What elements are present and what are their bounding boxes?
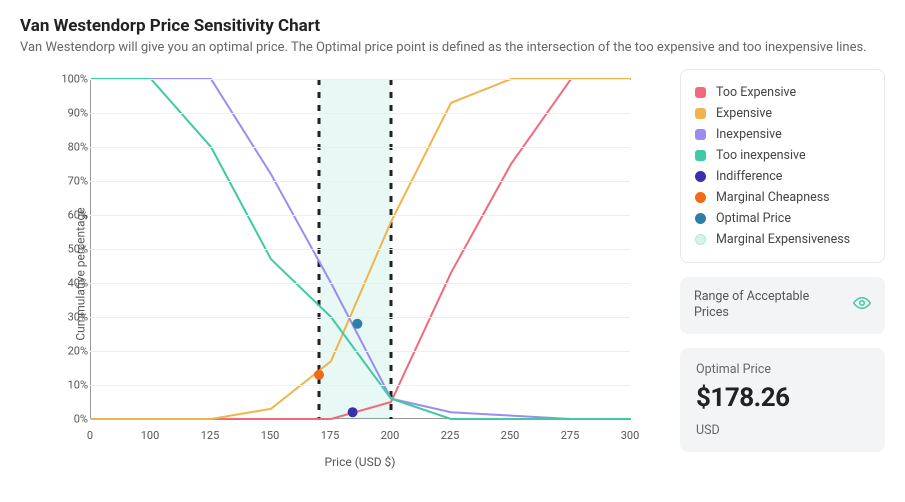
x-tick: 275 [561,429,580,442]
y-tick: 40% [60,277,88,290]
y-tick: 0% [60,413,88,426]
y-tick: 60% [60,209,88,222]
x-tick: 250 [501,429,520,442]
legend-item-inexpensive[interactable]: Inexpensive [695,124,870,145]
legend-item-too-inexpensive[interactable]: Too inexpensive [695,145,870,166]
range-label: Range of Acceptable Prices [694,289,824,322]
eye-icon [853,294,871,316]
swatch-indifference [695,171,706,182]
x-tick: 225 [441,429,460,442]
legend-label: Marginal Cheapness [716,190,830,205]
legend-item-marginal-cheapness[interactable]: Marginal Cheapness [695,187,870,208]
swatch-marginal-expensiveness [695,234,706,245]
legend-label: Too Expensive [716,85,796,100]
legend: Too Expensive Expensive Inexpensive Too … [680,69,885,263]
legend-label: Indifference [716,169,782,184]
x-tick: 0 [87,429,93,442]
swatch-marginal-cheapness [695,192,706,203]
optimal-price-card: Optimal Price $178.26 USD [680,348,885,452]
legend-item-marginal-expensiveness[interactable]: Marginal Expensiveness [695,229,870,250]
y-tick: 20% [60,345,88,358]
gridline [90,351,630,352]
gridline [90,181,630,182]
legend-label: Marginal Expensiveness [716,232,850,247]
chart-title: Van Westendorp Price Sensitivity Chart [20,16,885,36]
y-tick: 100% [60,73,88,86]
chart-area: Cummulative percentage Price (USD $) 0%1… [20,69,660,479]
gridline [90,113,630,114]
gridline [90,249,630,250]
x-tick: 175 [321,429,340,442]
x-axis-label: Price (USD $) [90,455,630,469]
gridline [90,283,630,284]
gridline [90,215,630,216]
optimal-price-currency: USD [696,423,869,438]
y-tick: 90% [60,107,88,120]
legend-label: Optimal Price [716,211,791,226]
gridline [90,147,630,148]
y-tick: 10% [60,379,88,392]
legend-item-too-expensive[interactable]: Too Expensive [695,82,870,103]
gridline [90,79,630,80]
legend-label: Inexpensive [716,127,782,142]
swatch-optimal-price [695,213,706,224]
legend-item-indifference[interactable]: Indifference [695,166,870,187]
x-tick: 200 [381,429,400,442]
gridline [90,385,630,386]
legend-item-optimal-price[interactable]: Optimal Price [695,208,870,229]
optimal-price-value: $178.26 [696,383,869,413]
x-tick: 125 [201,429,220,442]
optimal-price-label: Optimal Price [696,362,869,377]
intersection-point [348,407,358,417]
range-acceptable-prices-toggle[interactable]: Range of Acceptable Prices [680,277,885,334]
swatch-inexpensive [695,129,706,140]
legend-item-expensive[interactable]: Expensive [695,103,870,124]
x-tick: 150 [261,429,280,442]
swatch-expensive [695,108,706,119]
legend-label: Expensive [716,106,772,121]
x-tick: 300 [621,429,640,442]
swatch-too-inexpensive [695,150,706,161]
intersection-point [352,319,362,329]
swatch-too-expensive [695,87,706,98]
legend-label: Too inexpensive [716,148,806,163]
chart-subtitle: Van Westendorp will give you an optimal … [20,40,885,55]
intersection-point [314,370,324,380]
y-tick: 80% [60,141,88,154]
x-tick: 100 [141,429,160,442]
gridline [90,317,630,318]
y-tick: 50% [60,243,88,256]
y-tick: 30% [60,311,88,324]
y-tick: 70% [60,175,88,188]
